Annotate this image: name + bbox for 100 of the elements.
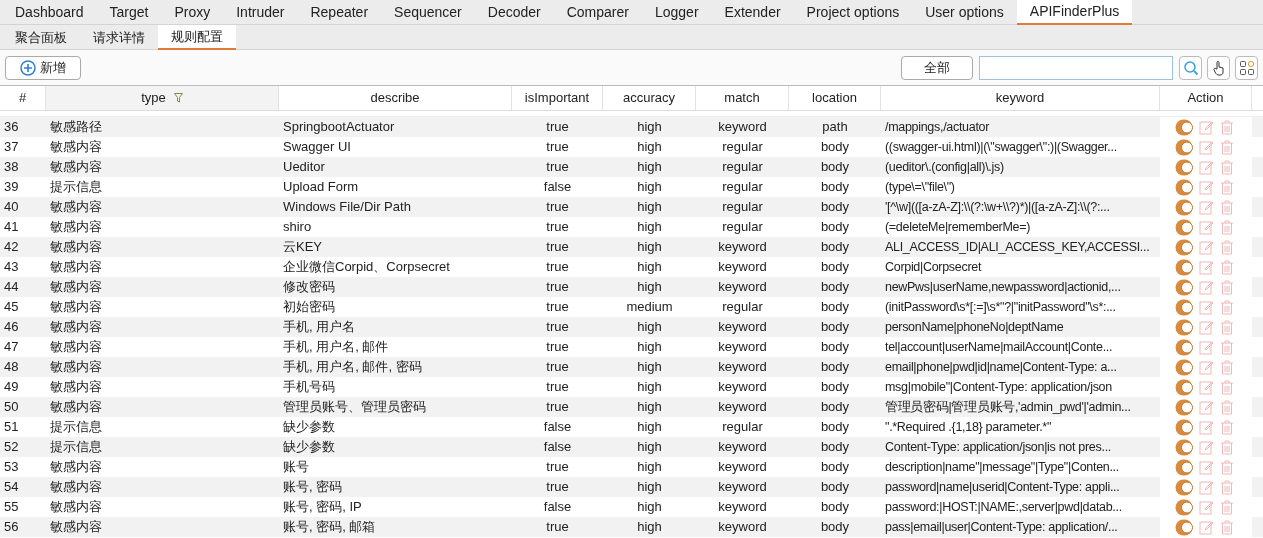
trash-icon[interactable]: [1220, 479, 1234, 495]
table-cell-text: true: [546, 318, 569, 337]
edit-icon[interactable]: [1199, 379, 1214, 395]
toggle-icon[interactable]: [1175, 118, 1193, 136]
edit-icon[interactable]: [1199, 219, 1214, 235]
tab[interactable]: Intruder: [223, 0, 298, 25]
column-header[interactable]: location: [789, 86, 881, 110]
tab[interactable]: Decoder: [474, 0, 554, 25]
edit-icon[interactable]: [1199, 439, 1214, 455]
tab[interactable]: APIFinderPlus: [1016, 0, 1133, 25]
toggle-icon[interactable]: [1175, 398, 1193, 416]
toggle-icon[interactable]: [1175, 378, 1193, 396]
toggle-icon[interactable]: [1175, 418, 1193, 436]
tab[interactable]: Repeater: [297, 0, 382, 25]
toggle-icon[interactable]: [1175, 298, 1193, 316]
toggle-icon[interactable]: [1175, 518, 1193, 536]
tab[interactable]: Comparer: [553, 0, 642, 25]
tab[interactable]: 规则配置: [158, 25, 236, 50]
trash-icon[interactable]: [1220, 319, 1234, 335]
toggle-icon[interactable]: [1175, 178, 1193, 196]
toggle-icon[interactable]: [1175, 318, 1193, 336]
trash-icon[interactable]: [1220, 339, 1234, 355]
tab[interactable]: Project options: [793, 0, 913, 25]
table-cell-text: body: [820, 158, 850, 177]
tab[interactable]: Target: [96, 0, 162, 25]
toggle-icon[interactable]: [1175, 158, 1193, 176]
toggle-icon[interactable]: [1175, 478, 1193, 496]
toggle-icon[interactable]: [1175, 218, 1193, 236]
edit-icon[interactable]: [1199, 519, 1214, 535]
edit-icon[interactable]: [1199, 279, 1214, 295]
tab[interactable]: Proxy: [161, 0, 224, 25]
tab[interactable]: Sequencer: [381, 0, 475, 25]
toggle-icon[interactable]: [1175, 278, 1193, 296]
toggle-icon[interactable]: [1175, 458, 1193, 476]
edit-icon[interactable]: [1199, 139, 1214, 155]
edit-icon[interactable]: [1199, 459, 1214, 475]
pointer-button[interactable]: [1207, 55, 1230, 80]
trash-icon[interactable]: [1220, 179, 1234, 195]
column-header[interactable]: isImportant: [512, 86, 603, 110]
filter-icon[interactable]: [173, 93, 183, 103]
edit-icon[interactable]: [1199, 359, 1214, 375]
tab[interactable]: 请求详情: [80, 25, 158, 50]
search-field[interactable]: [979, 55, 1173, 80]
toggle-icon[interactable]: [1175, 498, 1193, 516]
trash-icon[interactable]: [1220, 379, 1234, 395]
table-cell-text: 48: [4, 358, 19, 377]
trash-icon[interactable]: [1220, 419, 1234, 435]
trash-icon[interactable]: [1220, 499, 1234, 515]
edit-icon[interactable]: [1199, 239, 1214, 255]
trash-icon[interactable]: [1220, 439, 1234, 455]
grid-button[interactable]: [1235, 55, 1258, 80]
edit-icon[interactable]: [1199, 479, 1214, 495]
edit-icon[interactable]: [1199, 119, 1214, 135]
search-button[interactable]: [1179, 55, 1202, 80]
trash-icon[interactable]: [1220, 299, 1234, 315]
edit-icon[interactable]: [1199, 319, 1214, 335]
toggle-icon[interactable]: [1175, 198, 1193, 216]
trash-icon[interactable]: [1220, 219, 1234, 235]
column-header[interactable]: accuracy: [603, 86, 696, 110]
add-button[interactable]: 新增: [5, 55, 81, 80]
column-header[interactable]: describe: [279, 86, 512, 110]
table-cell-text: high: [637, 178, 662, 197]
edit-icon[interactable]: [1199, 419, 1214, 435]
edit-icon[interactable]: [1199, 199, 1214, 215]
tab[interactable]: Extender: [711, 0, 794, 25]
toggle-icon[interactable]: [1175, 238, 1193, 256]
toggle-icon[interactable]: [1175, 338, 1193, 356]
scope-button[interactable]: 全部: [901, 55, 973, 80]
trash-icon[interactable]: [1220, 119, 1234, 135]
table-cell-text: keyword: [718, 378, 767, 397]
column-header[interactable]: match: [696, 86, 789, 110]
toggle-icon[interactable]: [1175, 358, 1193, 376]
trash-icon[interactable]: [1220, 459, 1234, 475]
tab[interactable]: Dashboard: [2, 0, 97, 25]
edit-icon[interactable]: [1199, 339, 1214, 355]
column-header[interactable]: keyword: [881, 86, 1160, 110]
trash-icon[interactable]: [1220, 139, 1234, 155]
tab[interactable]: 聚合面板: [2, 25, 80, 50]
edit-icon[interactable]: [1199, 179, 1214, 195]
trash-icon[interactable]: [1220, 199, 1234, 215]
trash-icon[interactable]: [1220, 239, 1234, 255]
trash-icon[interactable]: [1220, 159, 1234, 175]
toggle-icon[interactable]: [1175, 438, 1193, 456]
table-cell-text: Swagger UI: [283, 138, 351, 157]
column-header[interactable]: type: [46, 86, 279, 110]
edit-icon[interactable]: [1199, 399, 1214, 415]
edit-icon[interactable]: [1199, 259, 1214, 275]
column-header[interactable]: Action: [1160, 86, 1252, 110]
edit-icon[interactable]: [1199, 299, 1214, 315]
tab[interactable]: Logger: [641, 0, 712, 25]
edit-icon[interactable]: [1199, 159, 1214, 175]
trash-icon[interactable]: [1220, 259, 1234, 275]
trash-icon[interactable]: [1220, 359, 1234, 375]
trash-icon[interactable]: [1220, 279, 1234, 295]
toggle-icon[interactable]: [1175, 138, 1193, 156]
trash-icon[interactable]: [1220, 399, 1234, 415]
edit-icon[interactable]: [1199, 499, 1214, 515]
trash-icon[interactable]: [1220, 519, 1234, 535]
tab[interactable]: User options: [912, 0, 1017, 25]
toggle-icon[interactable]: [1175, 258, 1193, 276]
